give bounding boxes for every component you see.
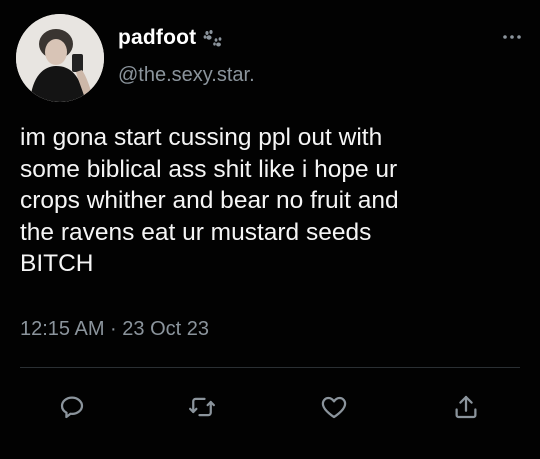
divider (20, 367, 520, 368)
more-options-icon[interactable] (500, 30, 524, 42)
share-icon (455, 395, 477, 419)
reply-icon (60, 396, 84, 419)
tweet-text: im gona start cussing ppl out with some … (20, 124, 399, 277)
paw-prints-icon (202, 29, 224, 49)
display-name[interactable]: padfoot (118, 26, 196, 50)
tweet-card: padfoot @the.sexy.star. im gona start cu… (0, 0, 540, 459)
author-name-row[interactable]: padfoot (118, 26, 224, 50)
retweet-icon (189, 397, 215, 417)
heart-icon (321, 396, 347, 419)
share-button[interactable] (450, 392, 482, 422)
like-button[interactable] (318, 392, 350, 422)
avatar[interactable] (16, 14, 104, 102)
author-handle[interactable]: @the.sexy.star. (118, 64, 255, 87)
reply-button[interactable] (56, 392, 88, 422)
tweet-timestamp[interactable]: 12:15 AM · 23 Oct 23 (20, 318, 209, 341)
retweet-button[interactable] (186, 392, 218, 422)
